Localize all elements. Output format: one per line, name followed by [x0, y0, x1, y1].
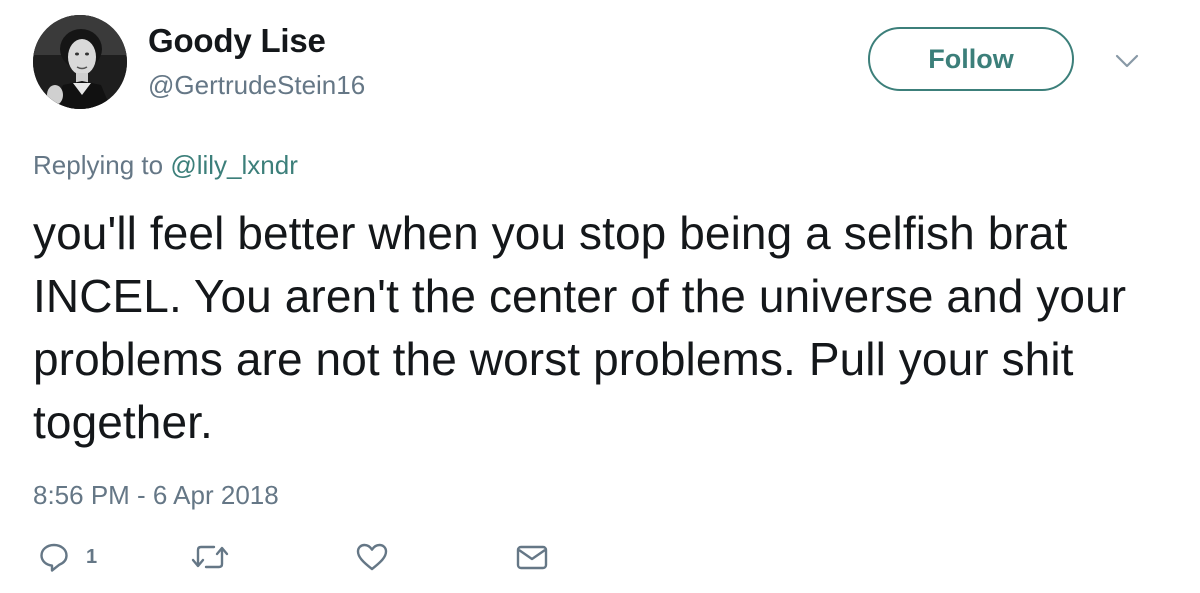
tweet-text: you'll feel better when you stop being a… [33, 207, 1127, 448]
user-handle[interactable]: @GertrudeStein16 [148, 70, 365, 101]
profile-photo [33, 15, 127, 109]
reply-context: Replying to @lily_lxndr [33, 150, 298, 181]
direct-message-button[interactable] [515, 540, 549, 574]
tweet-timestamp[interactable]: 8:56 PM - 6 Apr 2018 [33, 480, 279, 511]
avatar[interactable] [33, 15, 127, 109]
reply-icon [38, 541, 70, 573]
direct-message-icon [515, 541, 549, 573]
reply-context-label: Replying to [33, 150, 171, 180]
display-name[interactable]: Goody Lise [148, 22, 326, 60]
chevron-down-icon[interactable] [1114, 52, 1140, 70]
retweet-button[interactable] [190, 540, 230, 574]
tweet-card: Goody Lise @GertrudeStein16 Follow Reply… [0, 0, 1200, 593]
follow-button[interactable]: Follow [868, 27, 1074, 91]
reply-button[interactable]: 1 [38, 540, 97, 574]
like-icon [355, 541, 389, 573]
reply-count: 1 [86, 545, 98, 568]
reply-mention-link[interactable]: @lily_lxndr [170, 150, 298, 180]
like-button[interactable] [355, 540, 389, 574]
retweet-icon [190, 541, 230, 573]
